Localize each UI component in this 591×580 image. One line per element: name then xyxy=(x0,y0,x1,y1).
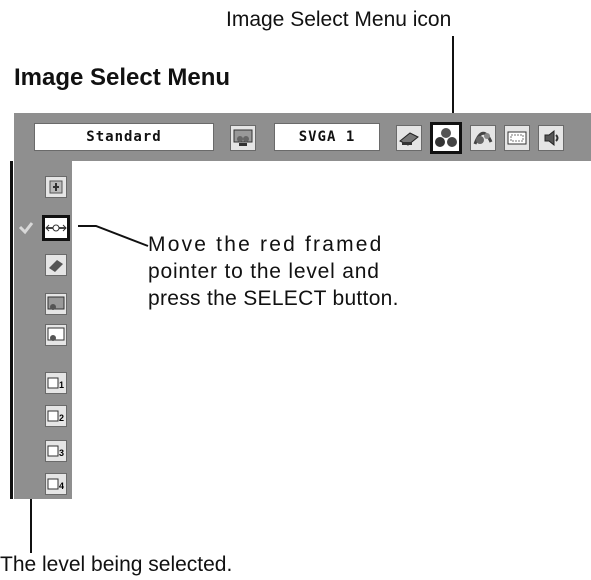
selected-check-icon xyxy=(18,221,34,235)
pc-adjust-icon[interactable] xyxy=(396,125,422,151)
menu-icon-callout: Image Select Menu icon xyxy=(226,8,452,31)
sound-icon[interactable] xyxy=(538,125,564,151)
level-blackboard-icon[interactable] xyxy=(45,293,67,315)
instruction-line-1: Move the red framed xyxy=(148,233,384,256)
level-image-4-label: 4 xyxy=(59,481,64,491)
page-title: Image Select Menu xyxy=(14,64,231,91)
level-image-1-icon[interactable]: 1 xyxy=(45,372,67,394)
level-standard-icon[interactable] xyxy=(42,215,70,241)
image-mode-field[interactable]: Standard xyxy=(34,123,214,151)
level-image-2-icon[interactable]: 2 xyxy=(45,405,67,427)
image-adjust-icon[interactable] xyxy=(470,125,496,151)
level-dynamic-icon[interactable] xyxy=(45,176,67,198)
input-icon[interactable] xyxy=(230,125,256,151)
instruction-line-2: pointer to the level and xyxy=(148,260,380,283)
level-real-icon[interactable] xyxy=(45,254,67,276)
level-selected-callout: The level being selected. xyxy=(0,553,233,576)
level-selected-leader-line xyxy=(10,161,13,499)
level-image-3-icon[interactable]: 3 xyxy=(45,440,67,462)
level-colorboard-icon[interactable] xyxy=(45,324,67,346)
image-select-icon[interactable] xyxy=(430,122,462,154)
level-image-1-label: 1 xyxy=(59,380,64,390)
menu-bar: Standard SVGA 1 xyxy=(14,113,591,161)
instruction-line-3: press the SELECT button. xyxy=(148,287,399,310)
level-image-3-label: 3 xyxy=(59,448,64,458)
instruction-text: Move the red framed pointer to the level… xyxy=(148,231,399,312)
screen-icon[interactable] xyxy=(504,125,530,151)
level-image-4-icon[interactable]: 4 xyxy=(45,473,67,495)
pointer-leader-line xyxy=(76,220,151,250)
resolution-field[interactable]: SVGA 1 xyxy=(274,123,380,151)
menu-icon-leader-line xyxy=(452,36,454,118)
level-image-2-label: 2 xyxy=(59,413,64,423)
level-selected-leader-bottom xyxy=(30,499,32,553)
